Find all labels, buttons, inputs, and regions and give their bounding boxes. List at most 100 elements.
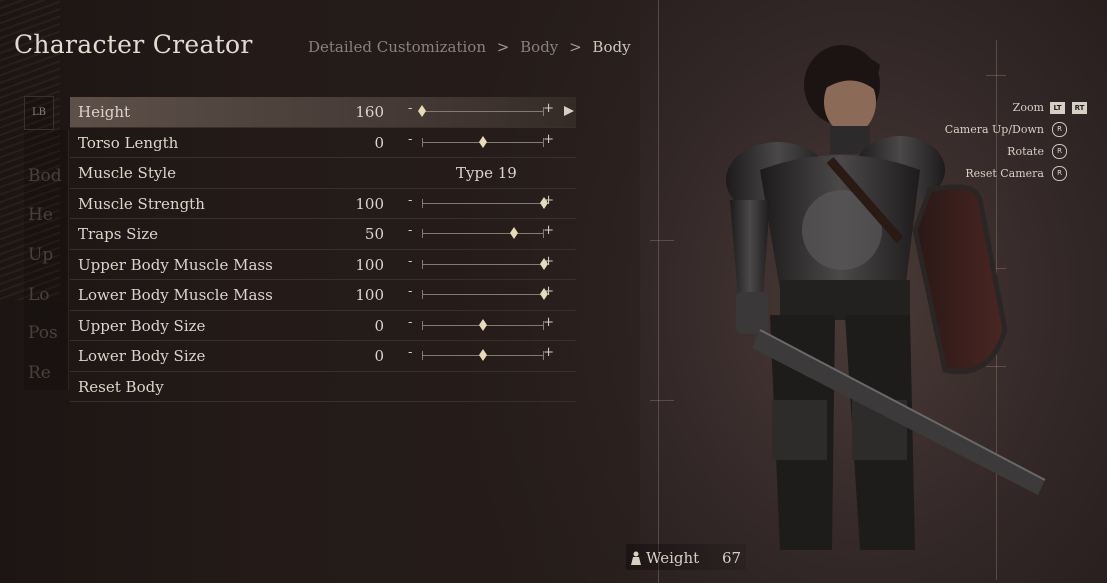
setting-row[interactable]: Upper Body Muscle Mass 100- + (70, 250, 576, 280)
setting-slider[interactable]: - + (408, 345, 558, 363)
hint-rotate-label: Rotate (1007, 145, 1044, 158)
slider-track[interactable] (422, 111, 544, 112)
decrease-button[interactable]: - (408, 193, 412, 208)
increase-button[interactable]: + (543, 345, 554, 360)
category-item[interactable]: Re (28, 363, 51, 383)
decrease-button[interactable]: - (408, 254, 412, 269)
setting-slider[interactable]: - + (408, 193, 558, 211)
setting-option-value[interactable]: Type 19 (456, 164, 517, 182)
breadcrumb-separator: > (496, 38, 510, 56)
setting-slider[interactable]: - + (408, 223, 558, 241)
slider-min-tick (422, 320, 423, 330)
weight-indicator: Weight 67 (626, 544, 746, 570)
increase-button[interactable]: + (543, 254, 554, 269)
weight-label: Weight (646, 549, 700, 567)
breadcrumb-item[interactable]: Detailed Customization (308, 38, 486, 56)
slider-thumb[interactable] (479, 349, 487, 361)
decrease-button[interactable]: - (408, 223, 412, 238)
breadcrumb: Detailed Customization > Body > Body (308, 38, 637, 56)
increase-button[interactable]: + (543, 193, 554, 208)
increase-button[interactable]: + (543, 223, 554, 238)
guide-tick (650, 240, 674, 241)
setting-value: 0 (374, 316, 384, 335)
right-stick-icon: R (1052, 144, 1067, 159)
category-item[interactable]: Lo (28, 285, 50, 305)
hint-zoom-label: Zoom (1012, 101, 1044, 114)
setting-row[interactable]: Height 160- + (70, 97, 576, 128)
setting-label: Upper Body Muscle Mass (78, 255, 273, 274)
slider-thumb[interactable] (479, 318, 487, 331)
decrease-button[interactable]: - (408, 345, 412, 360)
setting-slider[interactable]: - + (408, 254, 558, 272)
slider-arrow-icon (564, 106, 574, 116)
category-item[interactable]: Pos (28, 323, 58, 343)
page-title: Character Creator (14, 30, 253, 59)
setting-label: Lower Body Muscle Mass (78, 286, 273, 304)
slider-thumb[interactable] (479, 135, 487, 148)
slider-min-tick (422, 229, 423, 238)
guide-tick (650, 400, 674, 401)
setting-label: Height (78, 103, 131, 121)
breadcrumb-separator: > (569, 38, 582, 56)
increase-button[interactable]: + (543, 315, 554, 330)
setting-value: 50 (364, 225, 384, 243)
setting-value: 0 (374, 347, 384, 365)
setting-row[interactable]: Reset Body (70, 372, 576, 402)
setting-row[interactable]: Lower Body Muscle Mass 100- + (70, 280, 576, 311)
slider-track[interactable] (422, 202, 544, 204)
right-stick-icon: R (1052, 122, 1067, 137)
increase-button[interactable]: + (543, 284, 554, 299)
category-item[interactable]: Bod (28, 166, 62, 186)
setting-value: 0 (374, 133, 384, 152)
slider-min-tick (422, 137, 423, 147)
setting-label: Lower Body Size (78, 347, 206, 365)
setting-label: Traps Size (78, 225, 159, 243)
category-item[interactable]: He (28, 205, 53, 225)
slider-track[interactable] (422, 263, 544, 265)
right-stick-icon: R (1052, 166, 1067, 181)
setting-row[interactable]: Lower Body Size 0- + (70, 341, 576, 372)
setting-row[interactable]: Traps Size 50- + (70, 219, 576, 250)
hint-reset-camera-label: Reset Camera (965, 167, 1044, 180)
weight-value: 67 (722, 549, 742, 567)
slider-thumb[interactable] (418, 105, 426, 117)
setting-row[interactable]: Muscle Strength 100- + (70, 189, 576, 219)
setting-value: 100 (355, 286, 384, 304)
rt-button-icon: RT (1072, 102, 1087, 114)
decrease-button[interactable]: - (408, 284, 412, 299)
setting-row[interactable]: Torso Length 0- + (70, 128, 576, 158)
decrease-button[interactable]: - (408, 132, 412, 147)
slider-min-tick (422, 351, 423, 360)
slider-track[interactable] (422, 294, 544, 295)
slider-track[interactable] (422, 233, 544, 234)
setting-value: 100 (355, 194, 384, 213)
setting-slider[interactable]: - + (408, 315, 558, 333)
slider-thumb[interactable] (509, 227, 518, 239)
setting-value: 100 (355, 255, 384, 274)
setting-label: Muscle Style (78, 164, 177, 182)
character-model[interactable] (700, 30, 1060, 583)
breadcrumb-item[interactable]: Body (520, 38, 558, 56)
guide-line (658, 0, 659, 583)
setting-label: Reset Body (78, 377, 164, 396)
decrease-button[interactable]: - (408, 315, 412, 330)
slider-min-tick (422, 198, 423, 208)
settings-list: Height 160- + Torso Length 0- + Muscle Style Ty… (70, 97, 576, 402)
increase-button[interactable]: + (543, 101, 554, 116)
setting-slider[interactable]: - + (408, 284, 558, 302)
setting-value: 160 (355, 103, 384, 121)
slider-min-tick (422, 259, 423, 269)
setting-row[interactable]: Upper Body Size 0- + (70, 311, 576, 341)
lb-bumper-button[interactable]: LB (24, 96, 54, 130)
increase-button[interactable]: + (543, 132, 554, 147)
setting-label: Muscle Strength (78, 194, 205, 213)
setting-slider[interactable]: - + (408, 101, 558, 119)
decrease-button[interactable]: - (408, 101, 412, 116)
lt-button-icon: LT (1050, 102, 1065, 114)
slider-min-tick (422, 290, 423, 299)
category-item[interactable]: Up (28, 245, 53, 265)
setting-row[interactable]: Muscle Style Type 19 (70, 158, 576, 189)
setting-slider[interactable]: - + (408, 132, 558, 150)
breadcrumb-current: Body (592, 38, 631, 56)
weight-icon (631, 551, 641, 565)
